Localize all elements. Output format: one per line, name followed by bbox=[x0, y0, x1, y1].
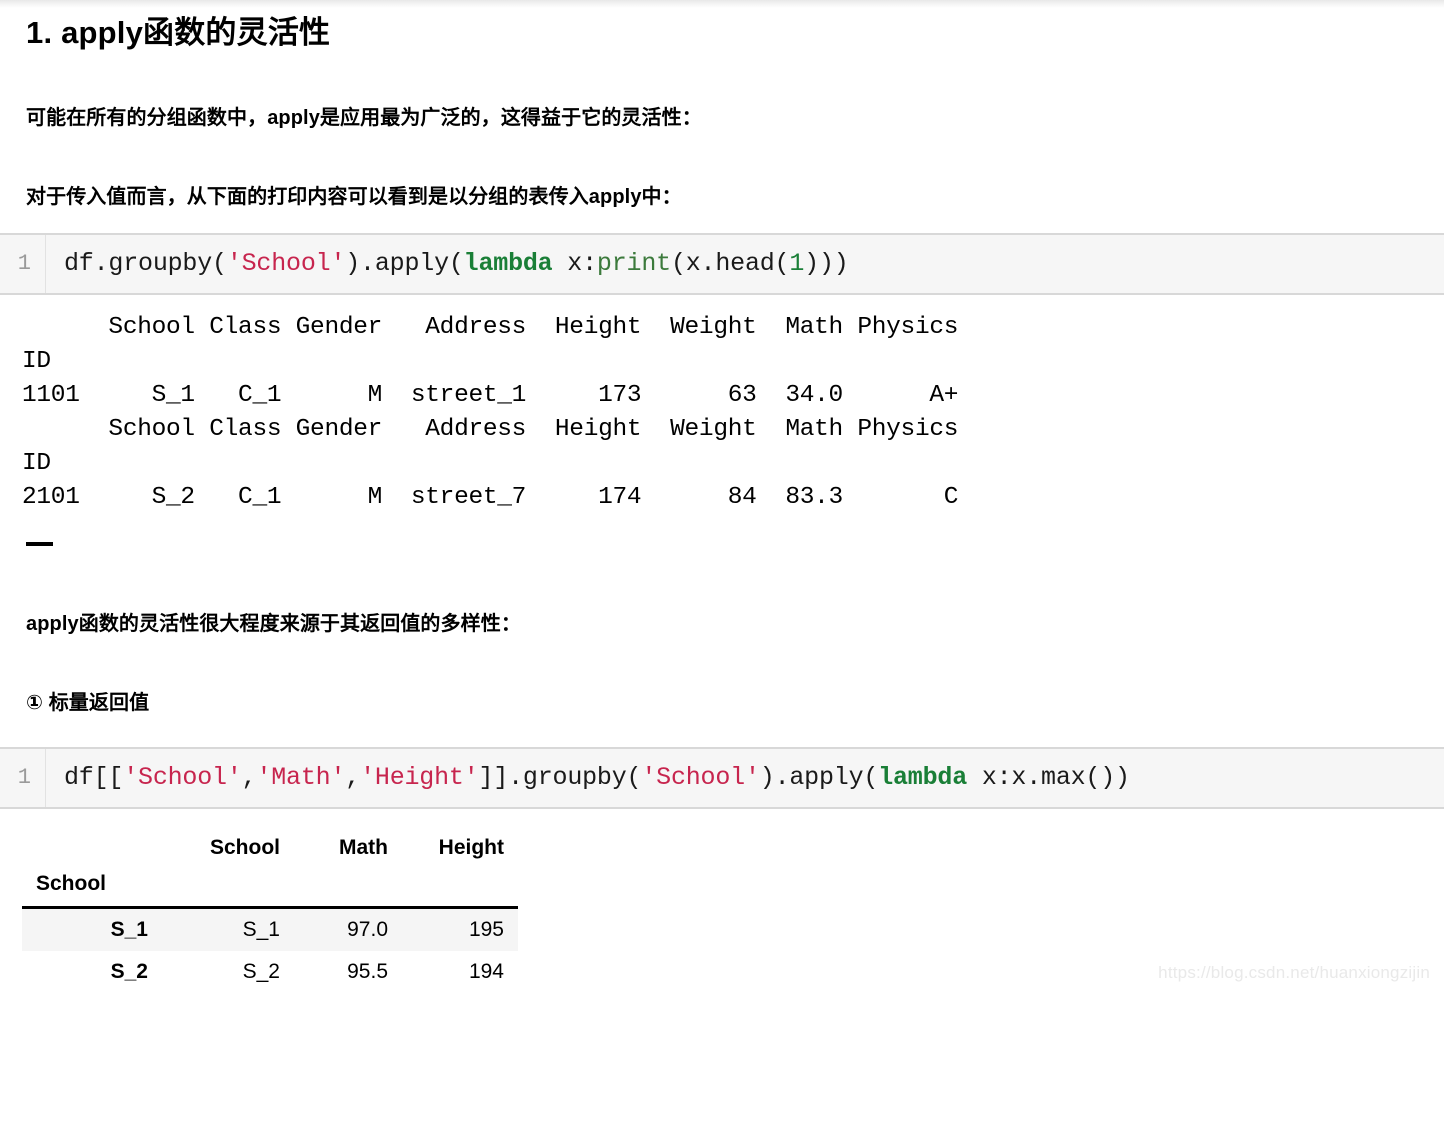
code-token-keyword: lambda bbox=[463, 249, 553, 279]
page-title: 1. apply函数的灵活性 bbox=[26, 15, 331, 50]
document-page: 1. apply函数的灵活性 可能在所有的分组函数中，apply是应用最为广泛的… bbox=[0, 0, 1444, 993]
cell-school: S_2 bbox=[242, 959, 280, 983]
code-line-number: 1 bbox=[0, 748, 46, 807]
paragraph-intro: 可能在所有的分组函数中，apply是应用最为广泛的，这得益于它的灵活性： bbox=[26, 106, 702, 129]
cell-math: 95.5 bbox=[347, 959, 388, 983]
row-index-label: S_1 bbox=[110, 917, 148, 941]
table-head: School Math Height School bbox=[22, 827, 518, 909]
output-truncation-dash bbox=[0, 515, 1444, 551]
code-block-2[interactable]: 1 df[['School','Math','Height']].groupby… bbox=[0, 746, 1444, 809]
code-token-string: 'School' bbox=[226, 249, 346, 279]
subsection-heading-scalar-return: ① 标量返回值 bbox=[26, 691, 150, 714]
table-index-name-row: School bbox=[22, 865, 518, 909]
cell-school: S_1 bbox=[242, 917, 280, 941]
code-output-stdout: School Class Gender Address Height Weigh… bbox=[22, 313, 959, 511]
dataframe-table: School Math Height School S_1 S_1 97.0 1… bbox=[22, 827, 518, 993]
code-token-number: 1 bbox=[789, 249, 805, 279]
code-line-number: 1 bbox=[0, 234, 46, 293]
code-token-string: 'Height' bbox=[360, 763, 479, 793]
watermark-text: https://blog.csdn.net/huanxiongzijin bbox=[1158, 962, 1430, 982]
code-token-string: 'School' bbox=[123, 763, 242, 793]
code-token: df.groupby( bbox=[64, 249, 227, 279]
cell-height: 194 bbox=[468, 959, 504, 983]
code-token: , bbox=[241, 763, 257, 793]
code-token: ).apply( bbox=[759, 763, 879, 793]
table-row: S_1 S_1 97.0 195 bbox=[22, 907, 518, 951]
code-token: x: bbox=[552, 249, 597, 279]
code-token: (x.head( bbox=[670, 249, 790, 279]
code-token: ]].groupby( bbox=[478, 763, 642, 793]
index-row-spacer bbox=[402, 865, 518, 909]
table-corner-blank bbox=[22, 827, 170, 866]
code-line-content[interactable]: df[['School','Math','Height']].groupby('… bbox=[46, 763, 1130, 792]
row-index-label: S_2 bbox=[110, 959, 148, 983]
code-block-1[interactable]: 1 df.groupby('School').apply(lambda x:pr… bbox=[0, 232, 1444, 295]
code-line-content[interactable]: df.groupby('School').apply(lambda x:prin… bbox=[46, 249, 849, 278]
table-row: S_2 S_2 95.5 194 bbox=[22, 951, 518, 993]
cell-math: 97.0 bbox=[347, 917, 388, 941]
code-token-keyword: lambda bbox=[878, 763, 968, 793]
code-token-builtin: print bbox=[596, 249, 671, 279]
column-header-height: Height bbox=[438, 835, 504, 859]
paragraph-return-values: apply函数的灵活性很大程度来源于其返回值的多样性： bbox=[26, 612, 521, 635]
code-token: x:x.max()) bbox=[967, 763, 1130, 793]
table-header-row: School Math Height bbox=[22, 827, 518, 866]
column-header-math: Math bbox=[339, 835, 388, 859]
cell-height: 195 bbox=[468, 917, 504, 941]
code-token: ).apply( bbox=[345, 249, 464, 279]
table-body: S_1 S_1 97.0 195 S_2 S_2 95.5 194 bbox=[22, 907, 518, 993]
code-token: ))) bbox=[804, 249, 849, 279]
index-row-spacer bbox=[170, 865, 294, 909]
index-name-label: School bbox=[22, 865, 170, 909]
code-token-string: 'Math' bbox=[256, 763, 346, 793]
paragraph-input-explanation: 对于传入值而言，从下面的打印内容可以看到是以分组的表传入apply中： bbox=[26, 185, 682, 208]
code-token-string: 'School' bbox=[641, 763, 760, 793]
code-token: , bbox=[345, 763, 361, 793]
column-header-school: School bbox=[209, 835, 280, 859]
index-row-spacer bbox=[294, 865, 402, 909]
code-token: df[[ bbox=[64, 763, 124, 793]
